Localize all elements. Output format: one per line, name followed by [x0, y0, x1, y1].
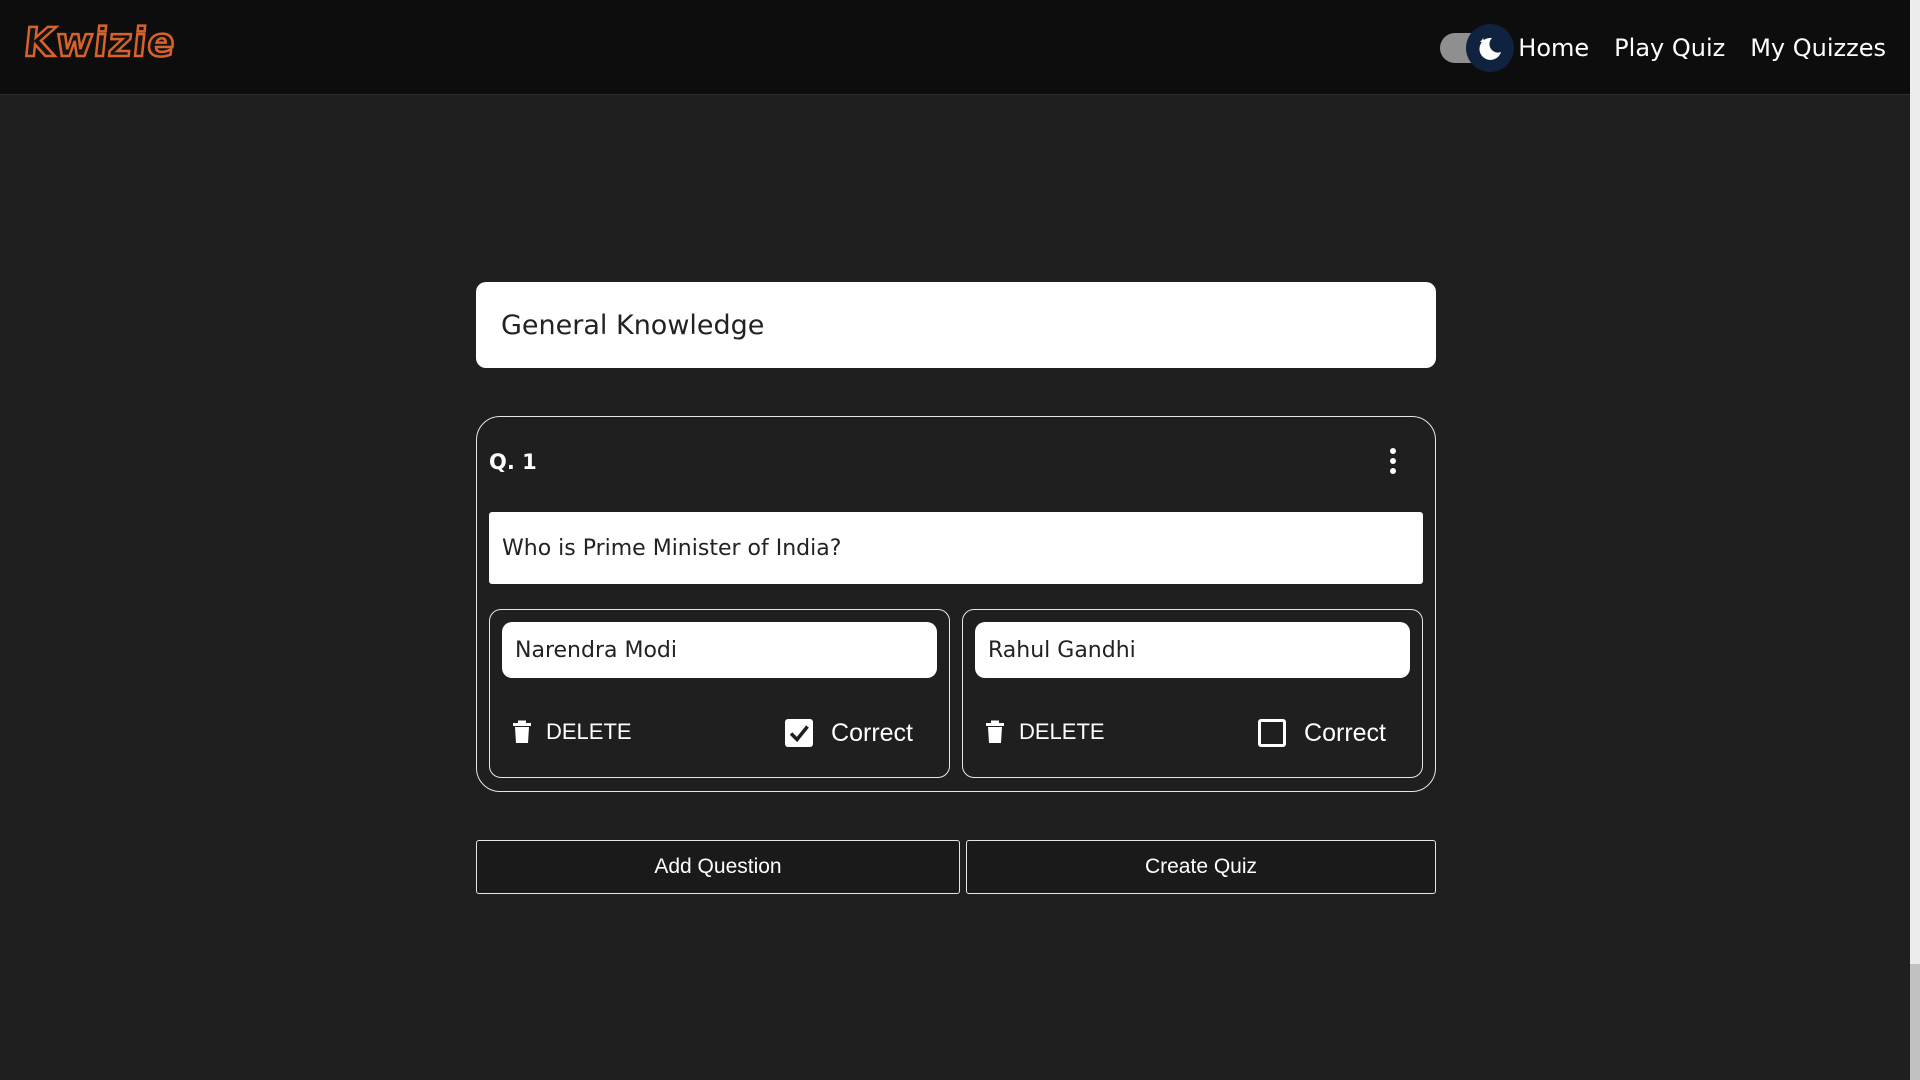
trash-icon [513, 720, 531, 743]
correct-checkbox[interactable] [785, 719, 814, 747]
create-quiz-button[interactable]: Create Quiz [966, 840, 1436, 894]
question-text-input[interactable] [489, 512, 1423, 584]
app-logo[interactable]: Kwizie [20, 19, 179, 68]
scrollbar-thumb[interactable] [1910, 964, 1920, 1080]
delete-label: DELETE [1019, 719, 1105, 744]
delete-label: DELETE [546, 719, 632, 744]
correct-toggle[interactable]: Correct [1258, 716, 1386, 750]
trash-icon [986, 720, 1004, 743]
option-card: DELETE Correct [489, 609, 950, 778]
correct-checkbox[interactable] [1258, 719, 1287, 747]
moon-icon [1479, 37, 1501, 60]
option-input[interactable] [975, 622, 1410, 678]
question-number: Q. 1 [489, 450, 537, 474]
checkmark-icon [789, 725, 809, 743]
delete-option-button[interactable]: DELETE [512, 716, 632, 748]
delete-option-button[interactable]: DELETE [985, 716, 1105, 748]
option-input[interactable] [502, 622, 937, 678]
theme-toggle[interactable] [1440, 24, 1514, 72]
option-card: DELETE Correct [962, 609, 1423, 778]
nav-link-play-quiz[interactable]: Play Quiz [1614, 34, 1725, 62]
question-card: Q. 1 DELETE Correct [476, 416, 1436, 792]
toggle-knob [1466, 24, 1514, 72]
quiz-editor: Q. 1 DELETE Correct [476, 282, 1436, 792]
quiz-title-input[interactable] [476, 282, 1436, 368]
nav-link-my-quizzes[interactable]: My Quizzes [1750, 34, 1886, 62]
more-vertical-icon[interactable] [1383, 443, 1403, 479]
scrollbar-track[interactable] [1910, 0, 1920, 964]
add-question-button[interactable]: Add Question [476, 840, 960, 894]
quiz-actions: Add Question Create Quiz [476, 840, 1436, 894]
nav-link-home[interactable]: Home [1518, 34, 1589, 62]
correct-label: Correct [831, 718, 913, 747]
correct-toggle[interactable]: Correct [785, 716, 913, 750]
correct-label: Correct [1304, 718, 1386, 747]
navbar: Kwizie Home Play Quiz My Quizzes [0, 0, 1910, 95]
nav-links: Home Play Quiz My Quizzes [1518, 0, 1886, 95]
